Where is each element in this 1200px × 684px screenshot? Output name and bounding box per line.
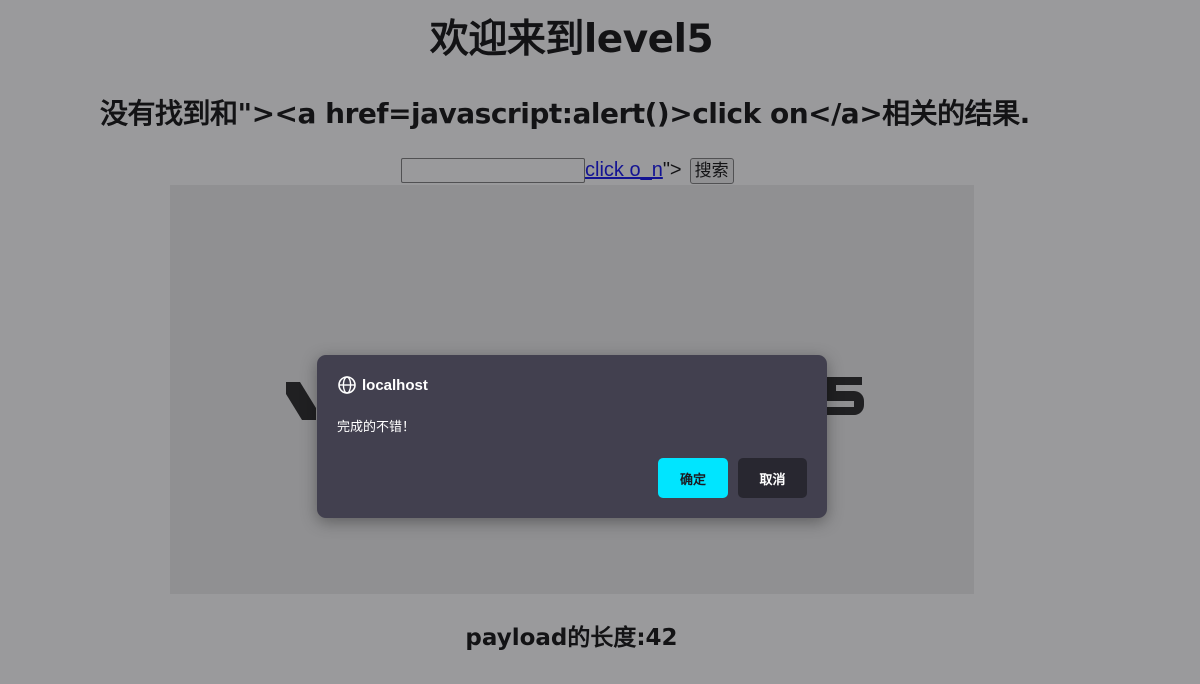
dialog-message: 完成的不错！	[337, 420, 416, 435]
modal-backdrop	[0, 0, 1200, 684]
ok-button[interactable]: 确定	[658, 458, 728, 498]
cancel-button[interactable]: 取消	[738, 458, 807, 498]
alert-dialog: localhost 完成的不错！ 确定 取消	[317, 355, 827, 518]
globe-icon	[338, 376, 356, 394]
dialog-origin: localhost	[337, 375, 428, 395]
dialog-origin-label: localhost	[362, 376, 428, 394]
